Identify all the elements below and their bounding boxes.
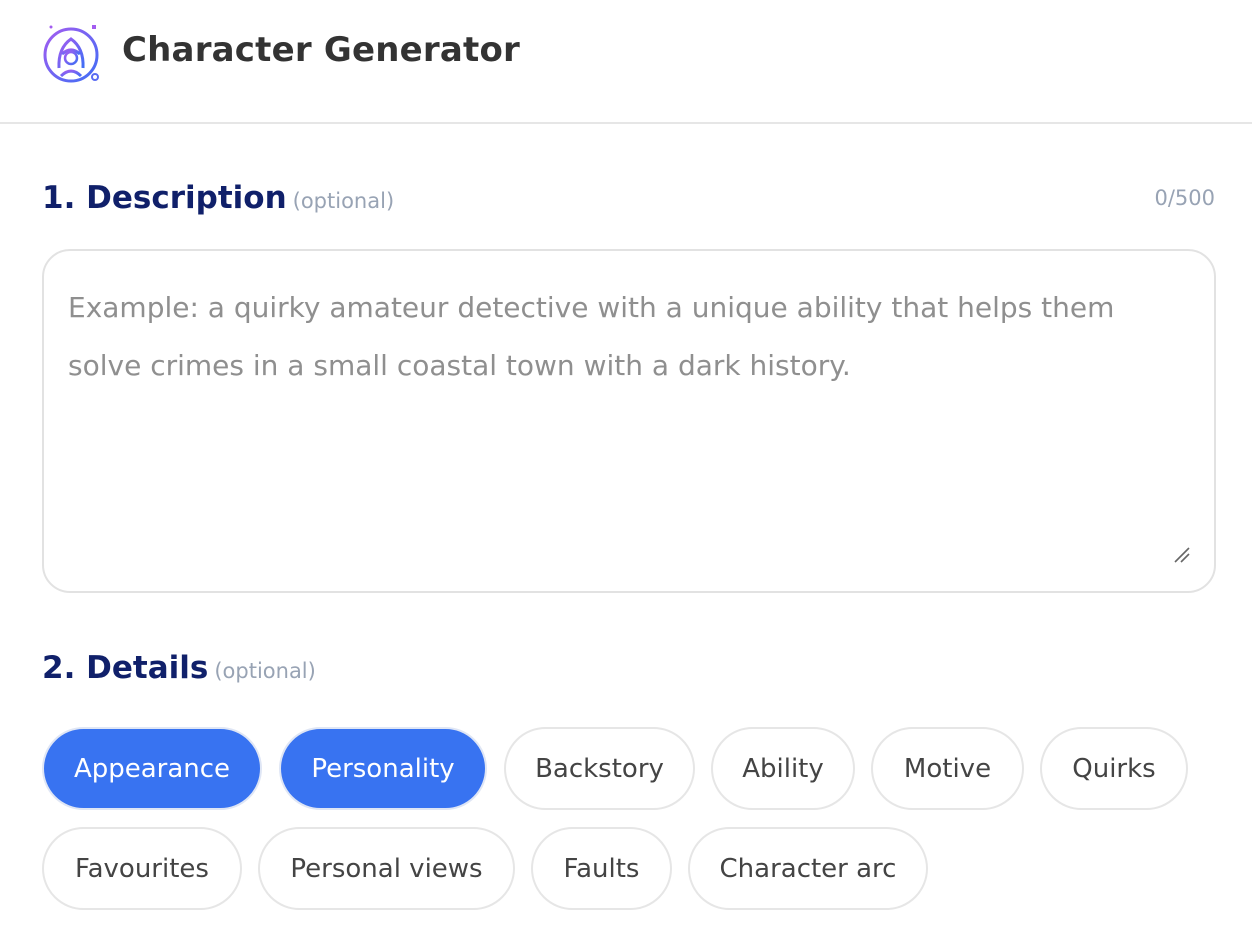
description-title: 1. Description	[42, 180, 287, 216]
chip-personal-views[interactable]: Personal views	[258, 827, 515, 910]
details-optional-label: (optional)	[214, 659, 316, 683]
description-heading: 1. Description (optional)	[42, 180, 394, 216]
resize-handle-icon[interactable]	[1172, 545, 1192, 565]
character-counter: 0/500	[1154, 186, 1215, 210]
character-portrait-icon	[43, 25, 99, 83]
chip-favourites[interactable]: Favourites	[42, 827, 242, 910]
app-title: Character Generator	[122, 30, 521, 70]
chip-quirks[interactable]: Quirks	[1040, 727, 1188, 810]
app-header: Character Generator	[0, 0, 1252, 124]
details-title: 2. Details	[42, 650, 209, 686]
chip-character-arc[interactable]: Character arc	[688, 827, 928, 910]
details-heading: 2. Details (optional)	[42, 650, 316, 686]
chip-appearance[interactable]: Appearance	[42, 727, 262, 810]
description-textarea[interactable]: Example: a quirky amateur detective with…	[42, 249, 1216, 593]
chip-motive[interactable]: Motive	[871, 727, 1024, 810]
chip-faults[interactable]: Faults	[531, 827, 672, 910]
description-optional-label: (optional)	[292, 189, 395, 213]
chip-personality[interactable]: Personality	[279, 727, 487, 810]
chip-ability[interactable]: Ability	[711, 727, 855, 810]
chip-backstory[interactable]: Backstory	[504, 727, 695, 810]
description-placeholder: Example: a quirky amateur detective with…	[68, 291, 1115, 382]
